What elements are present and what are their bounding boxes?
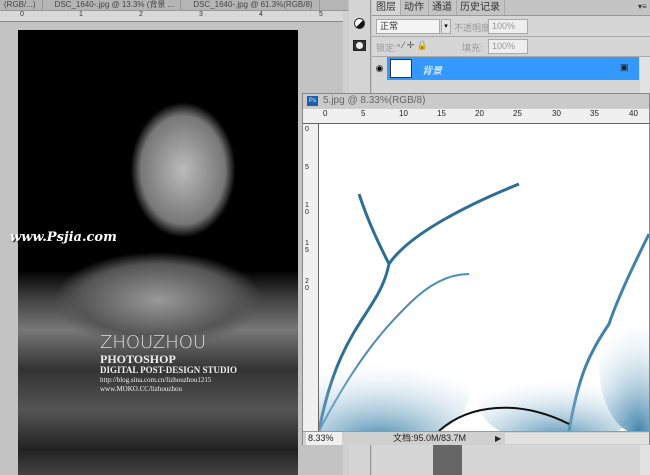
masks-icon[interactable] bbox=[353, 40, 366, 51]
vertical-ruler: 0 5 1 0 1 5 2 0 bbox=[303, 124, 319, 431]
lock-icon: ▣ bbox=[620, 62, 629, 72]
play-arrow-icon[interactable]: ▶ bbox=[495, 432, 501, 445]
ruler-tick: 2 bbox=[139, 11, 143, 18]
panel-menu-icon[interactable]: ▾≡ bbox=[638, 2, 647, 11]
ruler-tick: 5 bbox=[361, 109, 366, 118]
ruler-tick: 4 bbox=[259, 11, 263, 18]
tab-actions[interactable]: 动作 bbox=[400, 0, 429, 15]
document-title: 5.jpg @ 8.33%(RGB/8) bbox=[323, 95, 426, 106]
document-tab-bar: (RGB/...) DSC_1640-.jpg @ 13.3% (背景 ... DS… bbox=[0, 0, 348, 11]
tab-history[interactable]: 历史记录 bbox=[456, 0, 505, 15]
fill-field[interactable]: 100% bbox=[488, 39, 528, 54]
panel-divider bbox=[433, 445, 462, 475]
tab-channels[interactable]: 通道 bbox=[428, 0, 457, 15]
ruler-tick: 5 bbox=[319, 11, 323, 18]
ruler-tick: 0 bbox=[305, 126, 309, 133]
photo-canvas: www.Psjia.com ZHOUZHOU PHOTOSHOP DIGITAL… bbox=[10, 30, 298, 475]
ruler-tick: 0 bbox=[20, 11, 24, 18]
water-splash-image bbox=[319, 182, 649, 431]
eye-icon[interactable]: ◉ bbox=[372, 57, 387, 80]
photo-url: www.MOKO.CC/lizhouzhou bbox=[100, 385, 182, 393]
doc-tab[interactable]: (RGB/...) bbox=[4, 0, 43, 10]
adjustments-icon[interactable] bbox=[354, 18, 365, 29]
document-size: 文档:95.0M/83.7M bbox=[393, 433, 467, 443]
layer-row[interactable]: ◉ 背景 ▣ bbox=[372, 57, 639, 80]
ruler-tick: 5 bbox=[305, 164, 309, 171]
photo-url: http://blog.sina.com.cn/lizhouzhou1215 bbox=[100, 376, 212, 384]
lock-label: 锁定: bbox=[376, 43, 397, 53]
ps-icon: Ps bbox=[307, 96, 318, 106]
layer-name[interactable]: 背景 bbox=[422, 62, 442, 77]
status-bar: 8.33% 文档:95.0M/83.7M ▶ bbox=[303, 431, 649, 445]
ruler-tick: 2 0 bbox=[305, 278, 309, 292]
ruler-tick: 15 bbox=[437, 109, 446, 118]
ruler-tick: 35 bbox=[590, 109, 599, 118]
opacity-field[interactable]: 100% bbox=[488, 19, 528, 34]
doc-tab[interactable]: DSC_1640-.jpg @ 61.3%(RGB/8) bbox=[193, 0, 320, 10]
ruler-tick: 1 bbox=[79, 11, 83, 18]
ruler-tick: 25 bbox=[513, 109, 522, 118]
ruler-tick: 30 bbox=[552, 109, 561, 118]
opacity-label: 不透明度: bbox=[454, 23, 493, 33]
title-bar[interactable]: Ps 5.jpg @ 8.33%(RGB/8) bbox=[303, 94, 649, 108]
ruler-tick: 40 bbox=[629, 109, 638, 118]
ruler-tick: 20 bbox=[475, 109, 484, 118]
ruler-tick: 3 bbox=[199, 11, 203, 18]
chevron-down-icon[interactable]: ▾ bbox=[441, 19, 451, 34]
document-window: Ps 5.jpg @ 8.33%(RGB/8) 0 5 10 15 20 25 … bbox=[302, 93, 650, 445]
horizontal-scrollbar[interactable] bbox=[505, 433, 649, 444]
fill-label: 填充: bbox=[462, 43, 483, 53]
tab-layers[interactable]: 图层 bbox=[372, 0, 401, 15]
ruler-tick: 1 0 bbox=[305, 202, 309, 216]
zoom-field[interactable]: 8.33% bbox=[306, 432, 342, 445]
doc-tab[interactable]: DSC_1640-.jpg @ 13.3% (背景 ... bbox=[55, 0, 182, 10]
water-splash-canvas bbox=[319, 124, 649, 431]
horizontal-ruler: 0 5 10 15 20 25 30 35 40 bbox=[303, 109, 649, 124]
ruler-tick: 1 5 bbox=[305, 240, 309, 254]
watermark: www.Psjia.com bbox=[10, 230, 117, 245]
layer-thumbnail bbox=[390, 59, 412, 78]
photo-title: ZHOUZHOU bbox=[100, 332, 207, 353]
horizontal-ruler: 0 1 2 3 4 5 bbox=[0, 11, 343, 22]
photo-studio: DIGITAL POST-DESIGN STUDIO bbox=[100, 365, 238, 375]
blend-mode-select[interactable]: 正常 bbox=[376, 19, 440, 34]
ruler-tick: 10 bbox=[399, 109, 408, 118]
lock-icons[interactable]: ▫ ∕ ✛ 🔒 bbox=[397, 40, 428, 51]
ruler-tick: 0 bbox=[323, 109, 328, 118]
